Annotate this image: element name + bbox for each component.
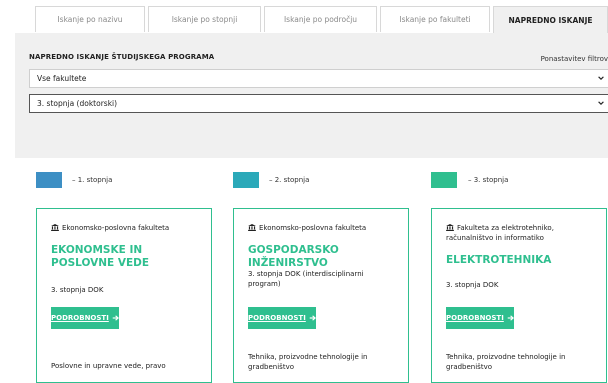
faculty-select[interactable]: Vse fakultete: [29, 69, 608, 88]
card-study-area: Poslovne in upravne vede, pravo: [51, 362, 166, 370]
chevron-down-icon: [598, 101, 604, 105]
building-icon: [446, 224, 454, 231]
level-select[interactable]: 3. stopnja (doktorski): [29, 94, 608, 113]
tab-search-by-faculty[interactable]: Iskanje po fakulteti: [380, 6, 490, 32]
legend-swatch-level-2: [233, 172, 259, 188]
tab-search-by-name[interactable]: Iskanje po nazivu: [35, 6, 145, 32]
tab-search-by-level[interactable]: Iskanje po stopnji: [148, 6, 261, 32]
card-faculty-name: Fakulteta za elektrotehniko, računalništ…: [446, 224, 554, 242]
arrow-right-icon: [309, 315, 316, 321]
arrow-right-icon: [112, 315, 119, 321]
card-faculty-name: Ekonomsko-poslovna fakulteta: [259, 224, 367, 232]
tab-label: Iskanje po nazivu: [57, 15, 123, 24]
search-tabs: Iskanje po nazivu Iskanje po stopnji Isk…: [35, 6, 608, 34]
panel-title: NAPREDNO ISKANJE ŠTUDIJSKEGA PROGRAMA: [29, 53, 215, 61]
program-card: Ekonomsko-poslovna fakulteta EKONOMSKE I…: [36, 208, 212, 383]
advanced-search-panel: NAPREDNO ISKANJE ŠTUDIJSKEGA PROGRAMA Po…: [15, 33, 608, 158]
reset-filters-link[interactable]: Ponastavitev filtrov: [541, 55, 608, 63]
card-faculty: Ekonomsko-poslovna fakulteta: [248, 223, 398, 233]
tab-label: Iskanje po stopnji: [171, 15, 238, 24]
building-icon: [248, 224, 256, 231]
program-card: Fakulteta za elektrotehniko, računalništ…: [431, 208, 607, 383]
legend-swatch-level-3: [431, 172, 457, 188]
legend-label-level-2: – 2. stopnja: [269, 176, 310, 184]
tab-search-by-field[interactable]: Iskanje po področju: [264, 6, 377, 32]
program-card: Ekonomsko-poslovna fakulteta GOSPODARSKO…: [233, 208, 409, 383]
legend-swatch-level-1: [36, 172, 62, 188]
card-program-title[interactable]: EKONOMSKE IN POSLOVNE VEDE: [51, 244, 201, 270]
details-button[interactable]: PODROBNOSTI: [446, 307, 514, 329]
details-button-label: PODROBNOSTI: [446, 314, 504, 322]
arrow-right-icon: [507, 315, 514, 321]
details-button[interactable]: PODROBNOSTI: [248, 307, 316, 329]
legend-label-level-1: – 1. stopnja: [72, 176, 113, 184]
building-icon: [51, 224, 59, 231]
faculty-select-value: Vse fakultete: [37, 74, 87, 83]
card-program-title[interactable]: GOSPODARSKO INŽENIRSTVO: [248, 244, 398, 270]
details-button-label: PODROBNOSTI: [51, 314, 109, 322]
card-faculty: Fakulteta za elektrotehniko, računalništ…: [446, 223, 596, 243]
card-faculty-name: Ekonomsko-poslovna fakulteta: [62, 224, 170, 232]
tab-label: Iskanje po področju: [283, 15, 358, 24]
tab-label: Iskanje po fakulteti: [399, 15, 471, 24]
card-level: 3. stopnja DOK (interdisciplinarni progr…: [248, 270, 364, 288]
level-select-value: 3. stopnja (doktorski): [37, 99, 118, 108]
card-level: 3. stopnja DOK: [446, 281, 499, 289]
tab-label: NAPREDNO ISKANJE: [508, 16, 593, 25]
card-faculty: Ekonomsko-poslovna fakulteta: [51, 223, 201, 233]
details-button[interactable]: PODROBNOSTI: [51, 307, 119, 329]
card-study-area: Tehnika, proizvodne tehnologije in gradb…: [248, 353, 368, 371]
card-program-title[interactable]: ELEKTROTEHNIKA: [446, 254, 596, 267]
legend-label-level-3: – 3. stopnja: [468, 176, 509, 184]
card-study-area: Tehnika, proizvodne tehnologije in gradb…: [446, 353, 566, 371]
card-level: 3. stopnja DOK: [51, 286, 104, 294]
chevron-down-icon: [598, 76, 604, 80]
details-button-label: PODROBNOSTI: [248, 314, 306, 322]
tab-advanced-search[interactable]: NAPREDNO ISKANJE: [493, 6, 608, 34]
